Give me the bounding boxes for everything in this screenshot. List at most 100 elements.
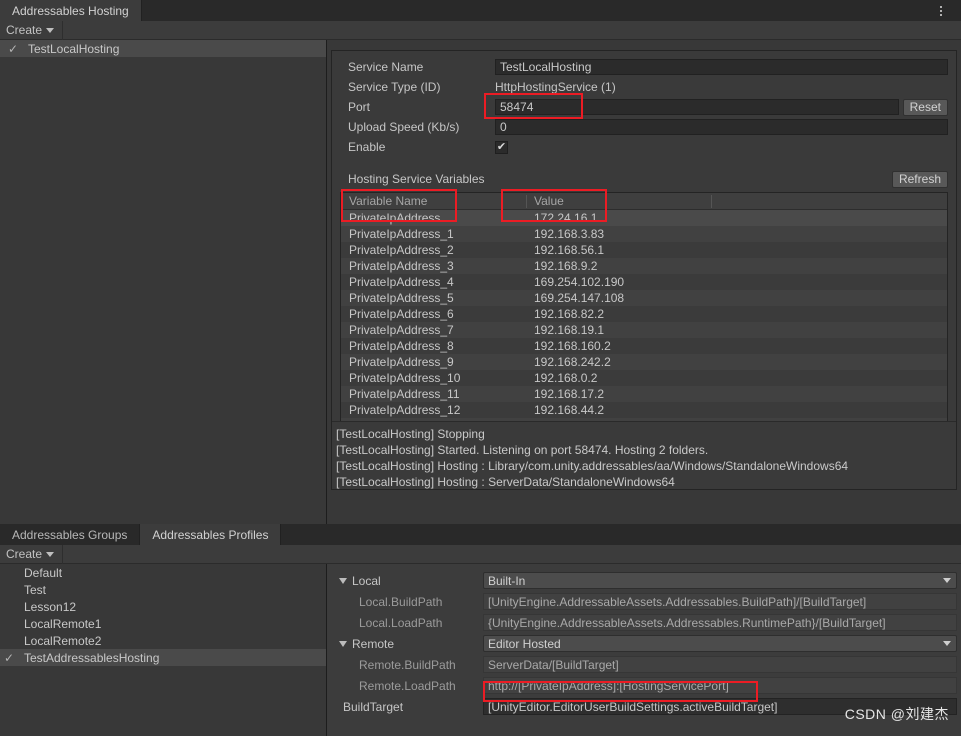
- tab-addressables-profiles[interactable]: Addressables Profiles: [140, 524, 282, 545]
- table-row[interactable]: PrivateIpAddress_1 192.168.3.83: [341, 226, 947, 242]
- kebab-dot: [940, 13, 942, 16]
- log-line: [TestLocalHosting] Hosting : ServerData/…: [336, 475, 675, 489]
- cell-variable-value: 192.168.19.1: [534, 323, 605, 337]
- local-build-path-value[interactable]: [UnityEngine.AddressableAssets.Addressab…: [483, 593, 957, 610]
- details-box: Service Name TestLocalHosting Service Ty…: [331, 50, 957, 490]
- kebab-dot: [940, 5, 942, 8]
- table-row[interactable]: PrivateIpAddress_4 169.254.102.190: [341, 274, 947, 290]
- table-row[interactable]: PrivateIpAddress_9 192.168.242.2: [341, 354, 947, 370]
- remote-group-dropdown[interactable]: Editor Hosted: [483, 635, 957, 652]
- port-input[interactable]: 58474: [495, 99, 899, 115]
- list-item-hosting-service[interactable]: ✓ TestLocalHosting: [0, 40, 326, 57]
- list-item-profile[interactable]: Default: [0, 564, 326, 581]
- cell-variable-name: PrivateIpAddress_5: [349, 291, 454, 305]
- table-row[interactable]: PrivateIpAddress_3 192.168.9.2: [341, 258, 947, 274]
- tabbar-filler: [141, 0, 961, 21]
- local-load-path-value[interactable]: {UnityEngine.AddressableAssets.Addressab…: [483, 614, 957, 631]
- profile-label: LocalRemote2: [24, 633, 102, 648]
- service-name-input[interactable]: TestLocalHosting: [495, 59, 948, 75]
- watermark: CSDN @刘建杰: [844, 706, 949, 722]
- table-row[interactable]: PrivateIpAddress_7 192.168.19.1: [341, 322, 947, 338]
- cell-variable-value: 192.168.44.2: [534, 403, 605, 417]
- cell-variable-value: 192.168.56.1: [534, 243, 605, 257]
- service-name-label: Service Name: [348, 60, 424, 74]
- build-target-label: BuildTarget: [343, 699, 404, 714]
- cell-variable-name: PrivateIpAddress_10: [349, 371, 461, 385]
- service-type-row: Service Type (ID) HttpHostingService (1): [340, 77, 948, 97]
- hosting-log-console[interactable]: [TestLocalHosting] Stopping [TestLocalHos…: [332, 421, 956, 489]
- table-row[interactable]: PrivateIpAddress_6 192.168.82.2: [341, 306, 947, 322]
- remote-build-path-value[interactable]: ServerData/[BuildTarget]: [483, 656, 957, 673]
- cell-variable-name: PrivateIpAddress_3: [349, 259, 454, 273]
- list-item-profile[interactable]: ✓ TestAddressablesHosting: [0, 649, 326, 666]
- profile-label: LocalRemote1: [24, 616, 102, 631]
- column-header-variable-name[interactable]: Variable Name: [341, 194, 526, 208]
- create-hosting-service-button[interactable]: Create: [0, 20, 64, 40]
- table-row[interactable]: PrivateIpAddress_12 192.168.44.2: [341, 402, 947, 418]
- table-row[interactable]: PrivateIpAddress_11 192.168.17.2: [341, 386, 947, 402]
- local-group-label[interactable]: Local: [331, 574, 483, 588]
- cell-variable-value: 192.168.0.2: [534, 371, 598, 385]
- profiles-window: Addressables Groups Addressables Profile…: [0, 524, 961, 736]
- local-build-path-row: Local.BuildPath [UnityEngine.Addressable…: [331, 591, 957, 612]
- remote-load-path-label: Remote.LoadPath: [359, 678, 456, 693]
- chevron-down-icon: [943, 641, 951, 646]
- column-header-value[interactable]: Value: [526, 194, 706, 208]
- local-group-dropdown[interactable]: Built-In: [483, 572, 957, 589]
- tab-label: Addressables Groups: [12, 527, 128, 542]
- list-item-profile[interactable]: Test: [0, 581, 326, 598]
- kebab-menu-icon[interactable]: [935, 2, 947, 19]
- local-group-row: Local Built-In: [331, 570, 957, 591]
- log-line: [TestLocalHosting] Started. Listening on…: [336, 443, 709, 457]
- hosting-body: ✓ TestLocalHosting Service Name TestLoca…: [0, 40, 961, 524]
- chevron-down-icon: [46, 28, 55, 33]
- log-line: [TestLocalHosting] Hosting : Library/com…: [336, 459, 849, 473]
- chevron-down-icon: [943, 578, 951, 583]
- tab-addressables-hosting[interactable]: Addressables Hosting: [0, 0, 142, 21]
- cell-variable-value: 192.168.17.2: [534, 387, 605, 401]
- remote-load-path-value[interactable]: http://[PrivateIpAddress]:[HostingServic…: [483, 677, 957, 694]
- service-name-row: Service Name TestLocalHosting: [340, 57, 948, 77]
- port-row: Port 58474 Reset: [340, 97, 948, 117]
- table-row[interactable]: PrivateIpAddress_8 192.168.160.2: [341, 338, 947, 354]
- create-label: Create: [6, 547, 43, 561]
- hosting-tabbar: Addressables Hosting: [0, 0, 961, 21]
- cell-variable-value: 192.168.3.83: [534, 227, 605, 241]
- table-rows: PrivateIpAddress 172.24.16.1 PrivateIpAddr…: [341, 210, 947, 434]
- table-row[interactable]: PrivateIpAddress_5 169.254.147.108: [341, 290, 947, 306]
- variables-label: Hosting Service Variables: [348, 172, 485, 186]
- local-load-path-row: Local.LoadPath {UnityEngine.AddressableA…: [331, 612, 957, 633]
- triangle-down-icon[interactable]: [339, 577, 347, 584]
- local-build-path-label: Local.BuildPath: [359, 594, 443, 609]
- cell-variable-name: PrivateIpAddress: [349, 211, 441, 225]
- chevron-down-icon: [46, 552, 55, 557]
- tab-addressables-groups[interactable]: Addressables Groups: [0, 524, 141, 545]
- remote-build-path-row: Remote.BuildPath ServerData/[BuildTarget…: [331, 654, 957, 675]
- profiles-list: Default Test Lesson12 LocalRemote1 LocalRemo…: [0, 564, 327, 736]
- create-label: Create: [6, 23, 43, 37]
- cell-variable-value: 169.254.102.190: [534, 275, 625, 289]
- reset-port-button[interactable]: Reset: [902, 98, 948, 116]
- enable-checkbox[interactable]: ✔: [495, 140, 508, 154]
- list-item-profile[interactable]: LocalRemote1: [0, 615, 326, 632]
- table-row[interactable]: PrivateIpAddress_10 192.168.0.2: [341, 370, 947, 386]
- column-separator[interactable]: [711, 195, 712, 208]
- profile-label: Lesson12: [24, 599, 77, 614]
- hosting-toolbar: Create: [0, 20, 961, 40]
- profile-label: TestAddressablesHosting: [24, 650, 160, 665]
- hosting-service-label: TestLocalHosting: [28, 41, 120, 56]
- create-profile-button[interactable]: Create: [0, 544, 64, 564]
- list-item-profile[interactable]: Lesson12: [0, 598, 326, 615]
- table-row[interactable]: PrivateIpAddress 172.24.16.1: [341, 210, 947, 226]
- remote-group-label[interactable]: Remote: [331, 637, 483, 651]
- service-type-value: HttpHostingService (1): [495, 80, 616, 94]
- table-row[interactable]: PrivateIpAddress_2 192.168.56.1: [341, 242, 947, 258]
- list-item-profile[interactable]: LocalRemote2: [0, 632, 326, 649]
- remote-group-label-text: Remote: [352, 636, 395, 651]
- upload-speed-input[interactable]: 0: [495, 119, 948, 135]
- triangle-down-icon[interactable]: [339, 640, 347, 647]
- cell-variable-value: 172.24.16.1: [534, 211, 598, 225]
- refresh-variables-button[interactable]: Refresh: [891, 170, 948, 188]
- local-group-value: Built-In: [488, 573, 526, 588]
- profile-rows: Default Test Lesson12 LocalRemote1 LocalRemo…: [0, 564, 326, 666]
